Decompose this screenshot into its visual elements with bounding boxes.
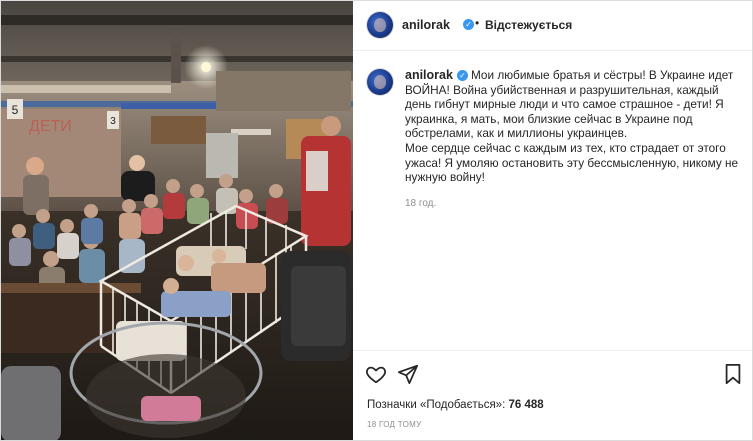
wall-graffiti: ДЕТИ xyxy=(29,118,72,135)
post-comments: anilorak ✓ Мои любимые братья и сёстры! В … xyxy=(353,51,752,351)
caption-timestamp: 18 год. xyxy=(405,198,437,209)
caption: anilorak ✓ Мои любимые братья и сёстры! В … xyxy=(405,68,740,185)
wall-number-5: 5 xyxy=(12,103,19,117)
header-separator: • xyxy=(475,16,480,30)
caption-username[interactable]: anilorak xyxy=(405,68,453,82)
caption-paragraph: anilorak ✓ Мои любимые братья и сёстры! В … xyxy=(405,68,740,141)
likes-number: 76 488 xyxy=(508,399,544,411)
wall-number-3: 3 xyxy=(110,116,116,127)
likes-count[interactable]: Позначки «Подобається»: 76 488 xyxy=(367,399,544,411)
post-photo[interactable]: 5 3 ДЕТИ xyxy=(1,1,353,440)
post-timestamp: 18 ГОД ТОМУ xyxy=(367,420,422,429)
avatar-icon[interactable] xyxy=(367,12,393,38)
verified-icon: ✓ xyxy=(463,19,474,30)
heart-icon[interactable] xyxy=(365,363,387,390)
caption-verified-icon: ✓ xyxy=(456,70,468,82)
divider xyxy=(353,350,752,351)
bomb-shelter-photo: 5 3 ДЕТИ xyxy=(1,1,353,440)
bookmark-icon[interactable] xyxy=(723,363,743,390)
caption-avatar-icon[interactable] xyxy=(367,69,393,95)
caption-text-2: Мое сердце сейчас с каждым из тех, кто с… xyxy=(405,140,739,185)
post-panel: anilorak ✓ • Відстежується anilorak ✓ Мои … xyxy=(353,1,752,440)
post-frame: 5 3 ДЕТИ anilorak ✓ • Відстежується anil… xyxy=(0,0,753,441)
caption-text-1: Мои любимые братья и сёстры! В Украине и… xyxy=(405,68,734,141)
header-username[interactable]: anilorak xyxy=(402,18,450,32)
share-icon[interactable] xyxy=(397,363,419,390)
likes-label: Позначки «Подобається»: xyxy=(367,399,506,411)
post-header: anilorak ✓ • Відстежується xyxy=(353,1,752,51)
follow-button[interactable]: Відстежується xyxy=(485,18,572,32)
